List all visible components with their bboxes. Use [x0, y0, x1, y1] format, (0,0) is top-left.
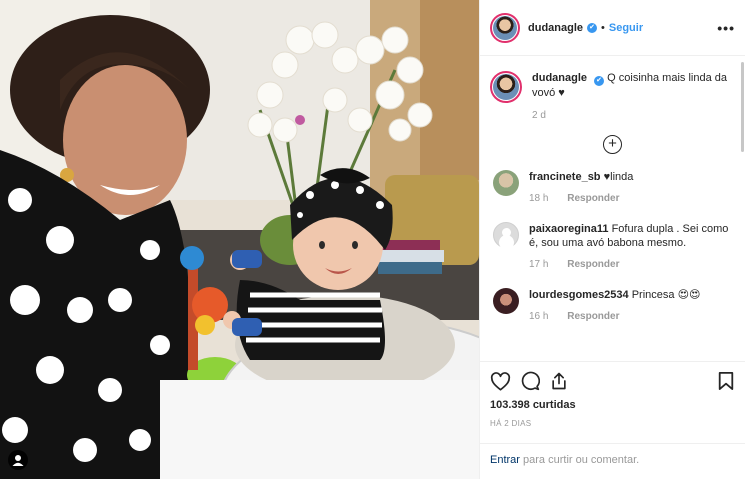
- reply-button[interactable]: Responder: [567, 193, 619, 204]
- comments-section[interactable]: dudanagle ✔ Q coisinha mais linda da vov…: [480, 57, 745, 360]
- heart-icon[interactable]: [490, 371, 511, 391]
- avatar[interactable]: [493, 170, 519, 196]
- list-item: lourdesgomes2534 Princesa 😍😍 16 h Respon…: [490, 288, 735, 324]
- likes-count[interactable]: 103.398 curtidas: [490, 399, 735, 411]
- comment-text: ♥linda: [603, 171, 634, 183]
- comment-text: Princesa 😍😍: [631, 289, 701, 301]
- avatar[interactable]: [493, 222, 519, 248]
- caption: dudanagle ✔ Q coisinha mais linda da vov…: [490, 71, 735, 123]
- add-comment-bar: Entrar para curtir ou comentar.: [480, 443, 745, 479]
- avatar[interactable]: [490, 12, 520, 43]
- user-tag-icon[interactable]: [8, 450, 28, 470]
- comment-username[interactable]: francinete_sb: [529, 171, 601, 183]
- bookmark-icon[interactable]: [717, 371, 735, 391]
- list-item: paixaoregina11 Fofura dupla . Sei como é…: [490, 222, 735, 272]
- avatar[interactable]: [493, 288, 519, 314]
- comment-icon[interactable]: [520, 371, 540, 391]
- comment-username[interactable]: paixaoregina11: [529, 223, 609, 235]
- verified-badge-icon: ✔: [587, 22, 598, 33]
- verified-badge-icon: ✔: [594, 76, 605, 86]
- post-photo[interactable]: [0, 0, 479, 479]
- post-date[interactable]: HÁ 2 DIAS: [490, 419, 735, 428]
- comment-time[interactable]: 16 h: [529, 311, 548, 322]
- more-options-icon[interactable]: •••: [717, 20, 735, 36]
- reply-button[interactable]: Responder: [567, 259, 619, 270]
- comment-username[interactable]: lourdesgomes2534: [529, 289, 629, 301]
- login-link[interactable]: Entrar: [490, 454, 520, 466]
- username[interactable]: dudanagle: [528, 22, 583, 34]
- post-header: dudanagle ✔ • Seguir •••: [480, 0, 745, 56]
- separator: •: [601, 21, 605, 34]
- post-panel: dudanagle ✔ • Seguir ••• dudanagle ✔ Q c…: [479, 0, 745, 479]
- post-actions: 103.398 curtidas HÁ 2 DIAS: [480, 361, 745, 428]
- caption-time[interactable]: 2 d: [532, 109, 735, 123]
- plus-circle-icon[interactable]: +: [603, 135, 622, 154]
- scrollbar[interactable]: [741, 62, 744, 152]
- list-item: francinete_sb ♥linda 18 h Responder: [490, 170, 735, 206]
- instagram-post: dudanagle ✔ • Seguir ••• dudanagle ✔ Q c…: [0, 0, 745, 479]
- follow-button[interactable]: Seguir: [609, 22, 643, 34]
- share-icon[interactable]: [549, 371, 569, 391]
- reply-button[interactable]: Responder: [567, 311, 619, 322]
- photo-image: [0, 0, 479, 479]
- comment-time[interactable]: 18 h: [529, 193, 548, 204]
- caption-username[interactable]: dudanagle: [532, 72, 587, 84]
- comment-time[interactable]: 17 h: [529, 259, 548, 270]
- add-comment-text: para curtir ou comentar.: [523, 454, 640, 466]
- avatar[interactable]: [490, 71, 522, 103]
